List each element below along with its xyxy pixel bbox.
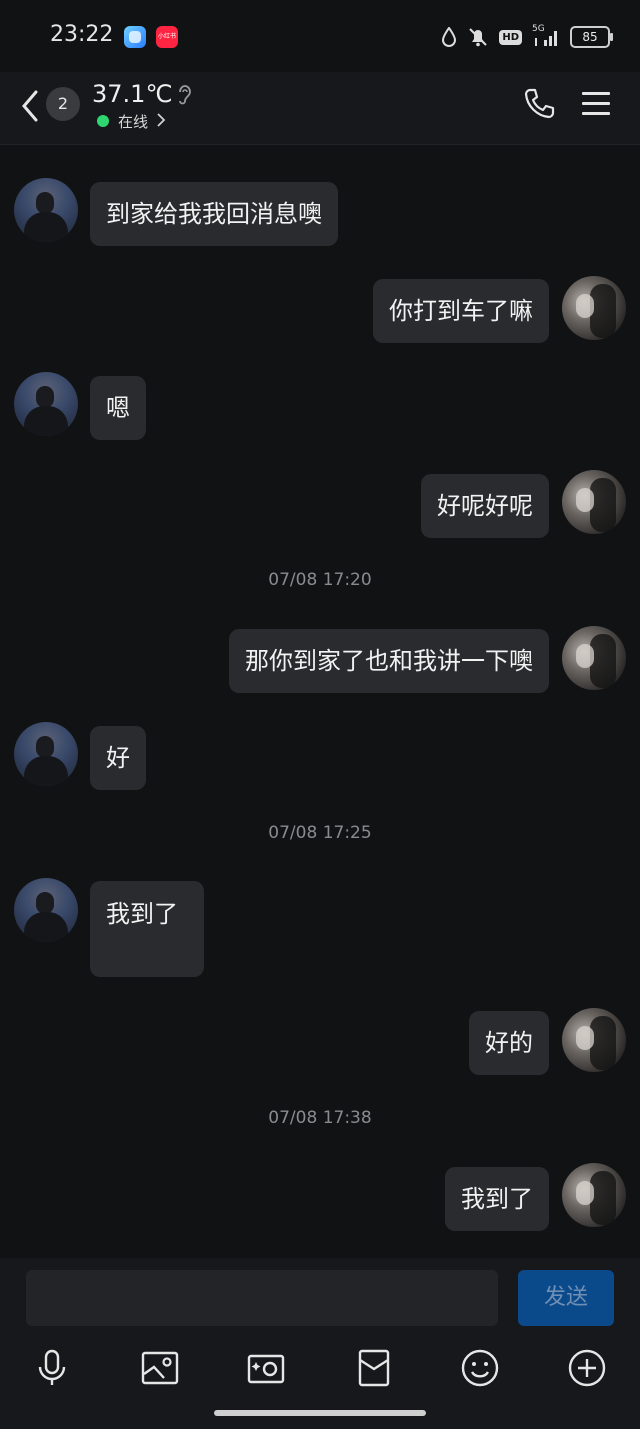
- message-timestamp: 07/08 17:25: [268, 823, 372, 843]
- signal-icon: 5G: [532, 24, 560, 48]
- send-button[interactable]: 发送: [518, 1270, 614, 1326]
- alipay-like-blue-icon: [124, 26, 146, 48]
- message-bubble-outgoing[interactable]: 好的: [469, 1011, 549, 1075]
- status-time: 23:22: [50, 22, 114, 47]
- online-status-dot: [97, 115, 109, 127]
- friend-avatar[interactable]: [14, 372, 78, 436]
- my-avatar[interactable]: [562, 1163, 626, 1227]
- battery-indicator: 85: [570, 26, 613, 48]
- status-bar: 23:22 小红书 HD 5G 85: [0, 0, 640, 72]
- my-avatar[interactable]: [562, 276, 626, 340]
- message-timestamp: 07/08 17:20: [268, 570, 372, 590]
- message-input[interactable]: [26, 1270, 498, 1326]
- message-bubble-incoming[interactable]: 嗯: [90, 376, 146, 440]
- plus-icon[interactable]: [567, 1348, 607, 1388]
- back-arrow-icon[interactable]: [18, 88, 42, 124]
- xiaohongshu-icon: 小红书: [156, 26, 178, 48]
- message-timestamp: 07/08 17:38: [268, 1108, 372, 1128]
- camera-icon[interactable]: [246, 1348, 286, 1388]
- microphone-icon[interactable]: [32, 1348, 72, 1388]
- friend-avatar[interactable]: [14, 722, 78, 786]
- red-envelope-icon[interactable]: [354, 1348, 394, 1388]
- home-indicator[interactable]: [214, 1410, 426, 1416]
- mute-bell-icon: [469, 28, 488, 47]
- chevron-right-icon[interactable]: [156, 112, 166, 128]
- my-avatar[interactable]: [562, 626, 626, 690]
- message-bubble-incoming[interactable]: 我到了: [90, 881, 204, 977]
- friend-avatar[interactable]: [14, 878, 78, 942]
- phone-call-icon[interactable]: [522, 86, 556, 120]
- menu-icon[interactable]: [582, 91, 610, 117]
- friend-avatar[interactable]: [14, 178, 78, 242]
- hd-badge: HD: [499, 29, 522, 45]
- ear-icon[interactable]: [176, 82, 194, 106]
- my-avatar[interactable]: [562, 1008, 626, 1072]
- message-bubble-outgoing[interactable]: 你打到车了嘛: [373, 279, 549, 343]
- message-bubble-incoming[interactable]: 好: [90, 726, 146, 790]
- message-bubble-outgoing[interactable]: 我到了: [445, 1167, 549, 1231]
- status-indicators: HD 5G 85: [441, 24, 613, 50]
- message-bubble-outgoing[interactable]: 那你到家了也和我讲一下噢: [229, 629, 549, 693]
- emoji-icon[interactable]: [460, 1348, 500, 1388]
- message-bubble-incoming[interactable]: 到家给我我回消息噢: [90, 182, 338, 246]
- message-bubble-outgoing[interactable]: 好呢好呢: [421, 474, 549, 538]
- unread-count-badge[interactable]: 2: [46, 87, 80, 121]
- contact-name[interactable]: 37.1℃: [92, 80, 172, 108]
- my-avatar[interactable]: [562, 470, 626, 534]
- image-icon[interactable]: [140, 1348, 180, 1388]
- online-status[interactable]: 在线: [118, 111, 148, 132]
- water-drop-icon: [442, 27, 457, 47]
